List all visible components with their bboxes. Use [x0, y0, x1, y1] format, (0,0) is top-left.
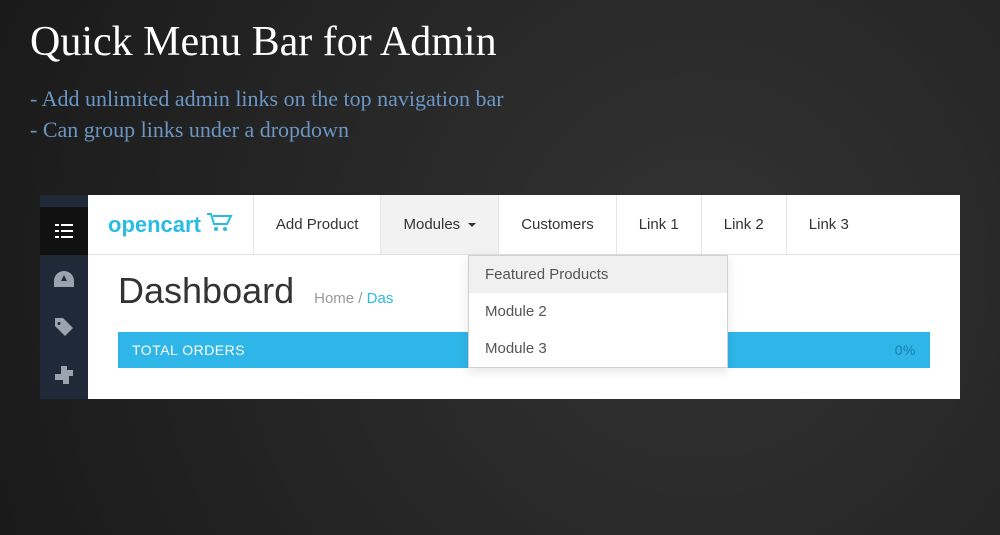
logo-text: opencart	[108, 212, 201, 238]
nav-modules[interactable]: Modules	[380, 195, 498, 254]
feature-line-2: - Can group links under a dropdown	[30, 115, 970, 146]
breadcrumb-current[interactable]: Das	[367, 290, 394, 307]
widget-orders-label: TOTAL ORDERS	[132, 342, 245, 358]
top-navigation: opencart Add Product Modules Customers L…	[88, 195, 960, 255]
main-area: opencart Add Product Modules Customers L…	[88, 195, 960, 399]
widget-total-orders: TOTAL ORDERS 0%	[118, 332, 514, 368]
dropdown-module-3[interactable]: Module 3	[469, 330, 727, 367]
nav-link-1[interactable]: Link 1	[616, 195, 701, 254]
cart-icon	[207, 212, 233, 237]
sidebar	[40, 195, 88, 399]
nav-modules-label: Modules	[403, 216, 460, 233]
feature-line-1: - Add unlimited admin links on the top n…	[30, 84, 970, 115]
app-screenshot: opencart Add Product Modules Customers L…	[40, 195, 960, 399]
dropdown-module-2[interactable]: Module 2	[469, 293, 727, 330]
breadcrumb-home[interactable]: Home	[314, 290, 354, 307]
nav-link-3[interactable]: Link 3	[786, 195, 871, 254]
dropdown-featured-products[interactable]: Featured Products	[469, 256, 727, 293]
promo-title: Quick Menu Bar for Admin	[30, 18, 970, 66]
page-title: Dashboard	[118, 270, 294, 312]
nav-customers[interactable]: Customers	[498, 195, 616, 254]
menu-icon[interactable]	[40, 207, 88, 255]
chevron-down-icon	[468, 223, 476, 227]
modules-dropdown: Featured Products Module 2 Module 3	[468, 255, 728, 368]
logo[interactable]: opencart	[88, 195, 253, 254]
extensions-icon[interactable]	[40, 351, 88, 399]
nav-link-2[interactable]: Link 2	[701, 195, 786, 254]
tag-icon[interactable]	[40, 303, 88, 351]
breadcrumb: Home / Das	[314, 290, 393, 307]
nav-add-product[interactable]: Add Product	[253, 195, 381, 254]
dashboard-icon[interactable]	[40, 255, 88, 303]
widget-sales-pct: 0%	[895, 342, 916, 358]
